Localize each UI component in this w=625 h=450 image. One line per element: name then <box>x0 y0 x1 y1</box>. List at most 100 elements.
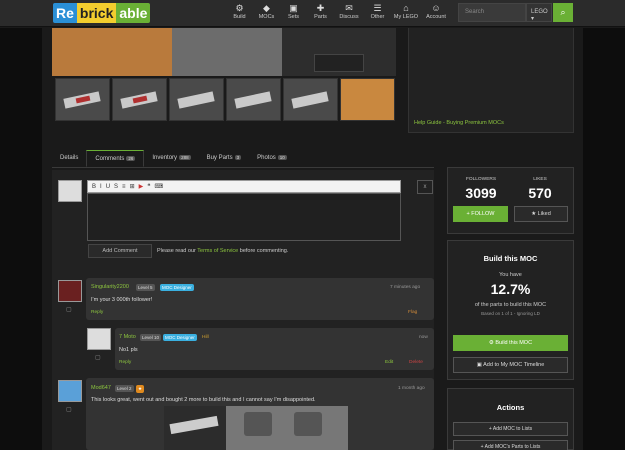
video-icon[interactable]: ▶ <box>139 183 144 190</box>
build-icon: ⚙ <box>235 3 244 13</box>
hill-badge: Hill <box>202 335 209 340</box>
commenter-avatar[interactable] <box>58 280 82 302</box>
level-badge: Level 2 <box>115 385 134 392</box>
comment-user[interactable]: Singularity2200 <box>91 284 129 290</box>
thumbnail[interactable] <box>55 78 110 121</box>
premium-info-box <box>408 28 574 133</box>
nav-label: My LEGO <box>393 14 419 20</box>
close-editor-button[interactable]: x <box>417 180 433 194</box>
nav-build[interactable]: ⚙ Build <box>226 2 253 20</box>
reply-count-icon: ▢ <box>66 307 72 313</box>
parts-percent: 12.7% <box>490 281 531 297</box>
nav-parts[interactable]: ✚ Parts <box>307 2 334 20</box>
list-icon[interactable]: ≡ <box>122 184 126 190</box>
tab-comments[interactable]: Comments 26 <box>86 150 145 167</box>
delete-link[interactable]: Delete <box>409 360 423 365</box>
tab-label: Details <box>60 155 79 161</box>
thumbnail[interactable] <box>340 78 395 121</box>
add-timeline-button[interactable]: ▣ Add to My MOC Timeline <box>453 357 568 373</box>
photo-region <box>52 28 172 76</box>
help-guide-link[interactable]: Help Guide - Buying Premium MOCs <box>414 120 504 126</box>
ship-shape <box>291 91 329 109</box>
level-badge: Level 10 <box>140 334 162 341</box>
logo-brick: brick <box>76 3 117 23</box>
comment-time: 7 minutes ago <box>390 285 421 290</box>
tab-count: 288 <box>179 155 191 160</box>
add-parts-list-button[interactable]: + Add MOC's Parts to Lists <box>453 440 568 450</box>
strike-icon[interactable]: S <box>114 184 118 190</box>
flag-link[interactable]: Flag <box>408 310 417 315</box>
thumbnail[interactable] <box>226 78 281 121</box>
commenter-avatar[interactable] <box>87 328 111 350</box>
thumbnail[interactable] <box>169 78 224 121</box>
rebrickable-logo[interactable]: Re brick able <box>53 3 151 23</box>
nav-label: Build <box>233 14 246 20</box>
sets-icon: ▣ <box>289 3 298 13</box>
tos-note: Please read our Terms of Service before … <box>157 248 288 254</box>
tab-photos[interactable]: Photos 10 <box>249 150 295 167</box>
ship-shape <box>234 91 272 109</box>
quote-icon[interactable]: ❝ <box>147 183 150 190</box>
tab-details[interactable]: Details <box>52 150 86 167</box>
reply-link[interactable]: Reply <box>119 360 131 365</box>
mylego-icon: ⌂ <box>403 3 409 13</box>
thumbnail[interactable] <box>283 78 338 121</box>
thumbnail[interactable] <box>112 78 167 121</box>
follow-button[interactable]: + FOLLOW <box>453 206 508 222</box>
tab-label: Buy Parts <box>206 155 233 161</box>
designer-badge: MOC Designer <box>160 284 194 291</box>
nav-mocs[interactable]: ◆ MOCs <box>253 2 280 20</box>
add-moc-list-button[interactable]: + Add MOC to Lists <box>453 422 568 436</box>
underline-icon[interactable]: U <box>106 184 110 190</box>
nav-sets[interactable]: ▣ Sets <box>280 2 307 20</box>
nav-discuss[interactable]: ✉ Discuss <box>334 2 364 20</box>
editor-toolbar: B I U S ≡ ⊞ ▶ ❝ ⌨ <box>87 180 401 193</box>
currency-select[interactable]: LEGO ▾ <box>526 3 552 22</box>
comment-photo[interactable] <box>164 406 348 450</box>
nav-label: MOCs <box>258 14 275 20</box>
photo-keyboard <box>314 54 364 72</box>
reply-link[interactable]: Reply <box>91 310 103 315</box>
code-icon[interactable]: ⌨ <box>154 183 163 190</box>
other-icon: ☰ <box>373 3 382 13</box>
premium-badge: ★ <box>136 385 145 393</box>
nav-other[interactable]: ☰ Other <box>364 2 391 20</box>
photo-chair <box>244 412 272 436</box>
left-gutter <box>0 28 42 450</box>
build-title: Build this MOC <box>483 254 538 263</box>
search-button[interactable]: ⌕ <box>553 3 573 22</box>
bold-icon[interactable]: B <box>92 184 96 190</box>
logo-able: able <box>116 3 151 23</box>
italic-icon[interactable]: I <box>100 184 102 190</box>
add-comment-button[interactable]: Add Comment <box>88 244 152 258</box>
commenter-avatar[interactable] <box>58 380 82 402</box>
comment-textarea[interactable] <box>87 193 401 241</box>
reply-count-icon: ▢ <box>95 355 101 361</box>
likes-label: LIKES <box>533 177 547 182</box>
ship-shape <box>177 91 215 109</box>
image-icon[interactable]: ⊞ <box>130 183 135 190</box>
reply-count-icon: ▢ <box>66 407 72 413</box>
nav-mylego[interactable]: ⌂ My LEGO <box>391 2 421 20</box>
tos-prefix: Please read our <box>157 248 198 254</box>
build-moc-button[interactable]: ⚙ Build this MOC <box>453 335 568 351</box>
liked-button[interactable]: ★ Liked <box>514 206 568 222</box>
comment-text: I'm your 3 000th follower! <box>91 297 153 303</box>
tos-link[interactable]: Terms of Service <box>197 248 238 254</box>
comment-time: now <box>419 335 428 340</box>
main-photo[interactable] <box>52 28 396 76</box>
tab-buy-parts[interactable]: Buy Parts 3 <box>199 150 250 167</box>
comment-user[interactable]: Mod647 <box>91 385 111 391</box>
edit-link[interactable]: Edit <box>385 360 393 365</box>
logo-re: Re <box>53 3 77 23</box>
comment-user[interactable]: 7 Moto <box>119 334 136 340</box>
nav-label: Other <box>370 14 385 20</box>
comment-time: 1 month ago <box>398 386 425 391</box>
tab-label: Photos <box>257 155 276 161</box>
tab-label: Comments <box>95 156 125 162</box>
tos-suffix: before commenting. <box>238 248 289 254</box>
search-input[interactable]: Search <box>458 3 526 22</box>
nav-account[interactable]: ☺ Account <box>421 2 451 20</box>
discuss-icon: ✉ <box>345 3 353 13</box>
tab-inventory[interactable]: Inventory 288 <box>144 150 198 167</box>
